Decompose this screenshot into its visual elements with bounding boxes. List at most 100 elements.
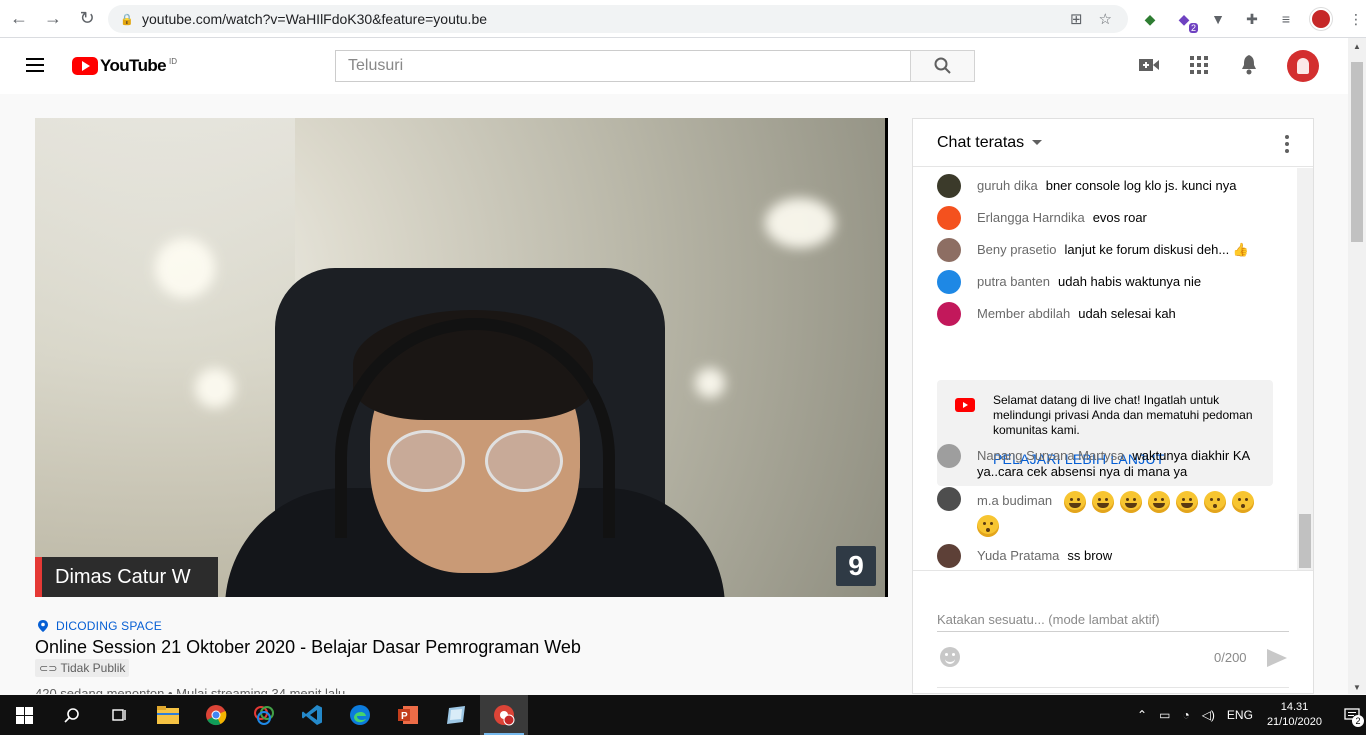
windows-taskbar: P ⌃ ▭ ◔ ◁) ENG 14.31 21/10/2020 2 [0, 695, 1366, 735]
grin-emoji-icon [1119, 491, 1142, 513]
video-player[interactable] [35, 118, 888, 597]
notifications-bell-icon[interactable] [1238, 54, 1260, 76]
volume-icon[interactable]: ◁) [1202, 708, 1215, 722]
chat-scrollbar-thumb[interactable] [1299, 514, 1311, 568]
extension-purple-icon[interactable]: ◆ 2 [1174, 9, 1198, 33]
browser-toolbar: ← → ↻ 🔒 youtube.com/watch?v=WaHIlFdoK30&… [0, 0, 1366, 38]
youtube-logo[interactable]: YouTube ID [72, 56, 177, 76]
more-options-icon[interactable] [1285, 135, 1289, 153]
edge-button[interactable] [336, 695, 384, 735]
location-link[interactable]: DICODING SPACE [38, 619, 162, 633]
chat-author: putra banten [977, 274, 1051, 289]
system-tray: ⌃ ▭ ◔ ◁) ENG 14.31 21/10/2020 2 [1131, 695, 1366, 735]
folder-icon [157, 706, 179, 724]
chat-avatar [937, 544, 961, 568]
forward-icon[interactable]: → [38, 4, 68, 34]
vscode-button[interactable] [288, 695, 336, 735]
chat-author: Member abdilah [977, 306, 1071, 321]
channel-watermark: 9 [836, 546, 876, 586]
file-explorer-button[interactable] [144, 695, 192, 735]
grin-emoji-icon [1063, 491, 1086, 513]
youtube-masthead: YouTube ID Telusuri [0, 38, 1348, 94]
view-meta: 420 sedang menonton • Mulai streaming 34… [35, 686, 346, 694]
chrome-profile-icon [494, 705, 515, 726]
edge-icon [350, 705, 370, 725]
scroll-down-icon[interactable]: ▼ [1353, 683, 1361, 692]
chat-message-input[interactable]: Katakan sesuatu... (mode lambat aktif) [937, 612, 1289, 632]
translate-icon[interactable]: ⊞ [1070, 10, 1083, 28]
back-icon[interactable]: ← [4, 4, 34, 34]
network-icon[interactable]: ◔ [1182, 708, 1189, 722]
extension-globe-icon[interactable]: ◆ [1140, 9, 1160, 29]
chat-avatar [937, 174, 961, 198]
chat-message: Erlangga Harndika evos roar [937, 206, 1282, 230]
kiss-emoji-icon [1231, 491, 1254, 513]
task-view-icon [112, 709, 126, 721]
location-text: DICODING SPACE [56, 619, 162, 633]
clock-date: 21/10/2020 [1266, 716, 1322, 728]
page-scrollbar[interactable]: ▲ ▼ [1348, 38, 1366, 694]
welcome-text: Selamat datang di live chat! Ingatlah un… [993, 393, 1253, 437]
create-video-icon[interactable] [1138, 54, 1160, 76]
grin-emoji-icon [1175, 491, 1198, 513]
chat-text: bner console log klo js. kunci nya [1045, 178, 1237, 193]
address-text: youtube.com/watch?v=WaHIlFdoK30&feature=… [142, 11, 488, 27]
menu-icon[interactable] [26, 58, 44, 72]
char-counter: 0/200 [1214, 650, 1247, 665]
video-title: Online Session 21 Oktober 2020 - Belajar… [35, 637, 581, 657]
address-bar[interactable]: 🔒 youtube.com/watch?v=WaHIlFdoK30&featur… [108, 5, 1128, 33]
chat-avatar [937, 444, 961, 468]
chevron-up-icon[interactable]: ⌃ [1137, 708, 1147, 722]
notification-count: 2 [1352, 715, 1364, 727]
chat-author: Nanang Suryana Martysa [977, 448, 1125, 463]
chat-message: Member abdilah udah selesai kah [937, 302, 1282, 326]
page-scrollbar-thumb[interactable] [1351, 62, 1363, 242]
task-view-button[interactable] [96, 695, 144, 735]
search-input[interactable]: Telusuri [335, 50, 911, 82]
bookmark-star-icon[interactable]: ☆ [1099, 10, 1112, 28]
scroll-up-icon[interactable]: ▲ [1353, 42, 1361, 51]
photos-app-button[interactable] [240, 695, 288, 735]
extensions-puzzle-icon[interactable]: ✚ [1242, 9, 1262, 29]
chat-message: Yuda Pratama ss brow [937, 544, 1282, 568]
emoji-picker-icon[interactable] [940, 647, 960, 667]
presenter-name-overlay: Dimas Catur W [35, 557, 218, 597]
media-queue-icon[interactable]: ≡ [1276, 9, 1296, 29]
chat-author: guruh dika [977, 178, 1038, 193]
grin-emoji-icon [1147, 491, 1170, 513]
reload-icon[interactable]: ↻ [72, 4, 102, 34]
browser-menu-icon[interactable]: ⋮ [1346, 9, 1366, 29]
chat-avatar [937, 487, 961, 511]
start-button[interactable] [0, 695, 48, 735]
search-button[interactable] [910, 50, 975, 82]
powerpoint-button[interactable]: P [384, 695, 432, 735]
chrome-profile-button[interactable] [480, 695, 528, 735]
chat-author: Beny prasetio [977, 242, 1057, 257]
chrome-icon [206, 705, 227, 726]
battery-icon[interactable]: ▭ [1159, 708, 1170, 722]
chat-message: Beny prasetio lanjut ke forum diskusi de… [937, 238, 1282, 262]
browser-profile-avatar[interactable] [1310, 8, 1332, 30]
extension-v-icon[interactable]: ▼ [1208, 9, 1228, 29]
chevron-down-icon[interactable] [1032, 140, 1043, 145]
clock-time: 14.31 [1280, 701, 1309, 713]
action-center-button[interactable]: 2 [1338, 695, 1366, 735]
notes-app-button[interactable] [432, 695, 480, 735]
chat-message-list: guruh dika bner console log klo js. kunc… [913, 168, 1297, 570]
live-chat-panel: Chat teratas guruh dika bner console log… [912, 118, 1314, 694]
chat-avatar [937, 270, 961, 294]
chat-avatar [937, 238, 961, 262]
chat-message: guruh dika bner console log klo js. kunc… [937, 174, 1282, 198]
language-indicator[interactable]: ENG [1227, 708, 1253, 722]
clock[interactable]: 14.31 21/10/2020 [1267, 700, 1322, 730]
search-taskbar-button[interactable] [48, 695, 96, 735]
chat-mode-selector[interactable]: Chat teratas [937, 134, 1024, 152]
chat-text: ss brow [1067, 548, 1113, 563]
chat-scrollbar[interactable] [1297, 168, 1313, 570]
apps-grid-icon[interactable] [1188, 54, 1210, 76]
chat-author: Erlangga Harndika [977, 210, 1085, 225]
send-icon[interactable] [1267, 649, 1287, 667]
chrome-button[interactable] [192, 695, 240, 735]
youtube-wordmark: YouTube [100, 56, 167, 75]
account-avatar[interactable] [1287, 50, 1319, 82]
